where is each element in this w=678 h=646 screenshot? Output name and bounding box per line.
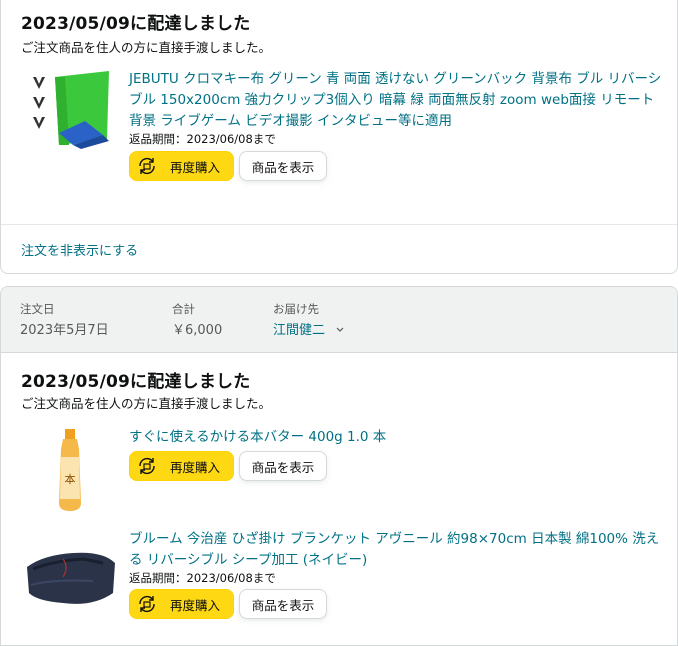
chevron-down-icon xyxy=(336,327,344,332)
hide-order-link[interactable]: 注文を非表示にする xyxy=(21,240,138,259)
rebuy-label: 再度購入 xyxy=(170,597,221,613)
card-divider xyxy=(1,224,677,225)
delivery-status-title: 2023/05/09に配達しました xyxy=(21,14,251,34)
order-date-label: 注文日 xyxy=(20,302,55,316)
rebuy-label: 再度購入 xyxy=(170,459,221,475)
rebuy-button[interactable]: 再度購入 xyxy=(129,589,234,619)
product-title-link[interactable]: ブルーム 今治産 ひざ掛け ブランケット アヴニール 約98×70cm 日本製 … xyxy=(129,529,664,571)
view-item-button[interactable]: 商品を表示 xyxy=(239,151,327,181)
rebuy-icon xyxy=(139,157,155,175)
svg-text:本: 本 xyxy=(65,472,76,486)
rebuy-button[interactable]: 再度購入 xyxy=(129,151,234,181)
rebuy-icon xyxy=(139,457,155,475)
delivery-status-title: 2023/05/09に配達しました xyxy=(21,372,251,392)
return-period: 返品期間：2023/06/08まで xyxy=(129,132,276,146)
view-item-button[interactable]: 商品を表示 xyxy=(239,451,327,481)
product-image-chromakey[interactable] xyxy=(25,69,115,151)
ship-to-label: お届け先 xyxy=(273,302,319,316)
product-title-link[interactable]: JEBUTU クロマキー布 グリーン 青 両面 透けない グリーンバック 背景布… xyxy=(129,69,664,132)
order-total-label: 合計 xyxy=(172,302,195,316)
ship-to-dropdown[interactable]: 江間健二 xyxy=(273,319,345,338)
return-period: 返品期間：2023/06/08まで xyxy=(129,571,276,585)
view-item-button[interactable]: 商品を表示 xyxy=(239,589,327,619)
delivery-status-detail: ご注文商品を住人の方に直接手渡しました。 xyxy=(21,40,272,55)
product-title-link[interactable]: すぐに使えるかける本バター 400g 1.0 本 xyxy=(129,427,664,448)
order-total-value: ￥6,000 xyxy=(172,323,223,338)
order-card-1: 2023/05/09に配達しました ご注文商品を住人の方に直接手渡しました。 J… xyxy=(0,0,678,274)
order-header: 注文日 2023年5月7日 合計 ￥6,000 お届け先 江間健二 xyxy=(1,287,677,353)
rebuy-icon xyxy=(139,595,155,613)
ship-to-name: 江間健二 xyxy=(273,323,326,338)
delivery-status-detail: ご注文商品を住人の方に直接手渡しました。 xyxy=(21,396,272,411)
rebuy-label: 再度購入 xyxy=(170,159,221,175)
product-image-butter[interactable]: 本 xyxy=(53,427,87,513)
order-date-value: 2023年5月7日 xyxy=(20,323,109,338)
order-card-2: 注文日 2023年5月7日 合計 ￥6,000 お届け先 江間健二 2023/0… xyxy=(0,286,678,646)
rebuy-button[interactable]: 再度購入 xyxy=(129,451,234,481)
product-image-blanket[interactable] xyxy=(23,537,119,613)
